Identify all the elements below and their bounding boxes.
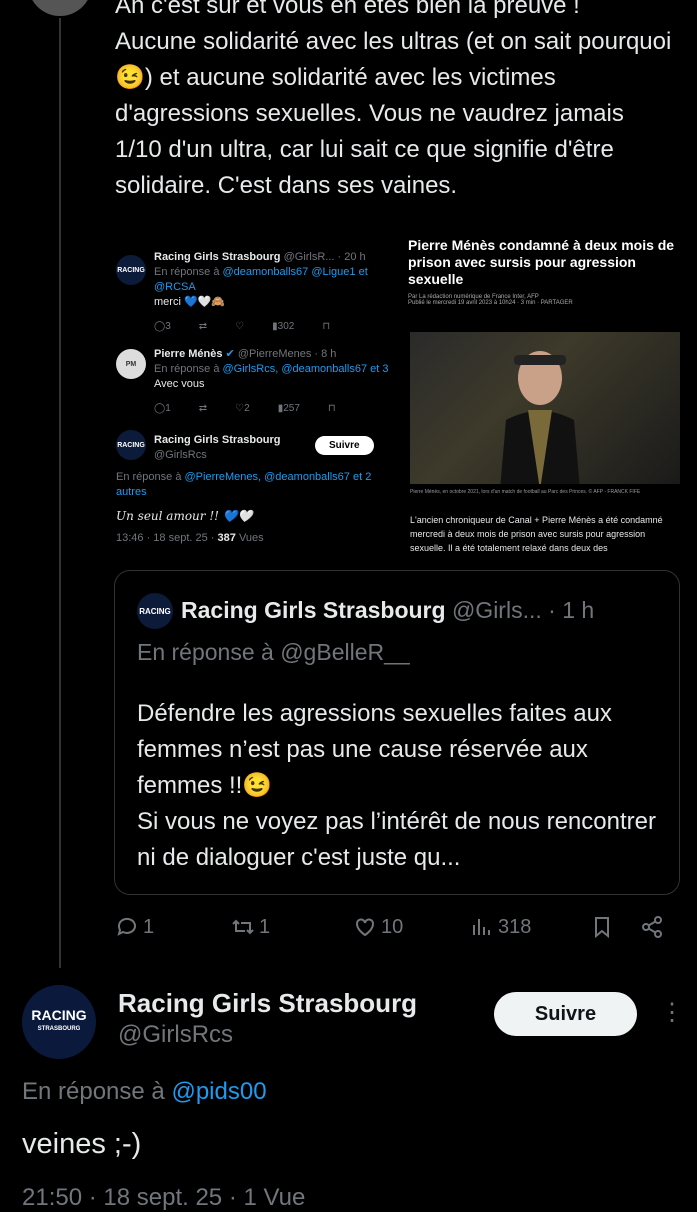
timestamp: · 1 h (548, 597, 595, 623)
mini-tweet-3: Racing Girls Strasbourg @GirlsRcs (154, 433, 281, 463)
mini-text: Un seul amour !! 💙🤍 (116, 509, 253, 523)
article-body: L'ancien chroniqueur de Canal + Pierre M… (410, 515, 663, 553)
mini-tweet-2: Pierre Ménès ✔ @PierreMenes · 8 h En rép… (154, 347, 394, 392)
heart-icon (356, 918, 374, 937)
mini-text: Avec vous (154, 378, 205, 390)
like-button[interactable]: 10 (353, 915, 403, 939)
repost-button[interactable]: 1 (231, 915, 270, 939)
heart-icon: ♡ (235, 321, 245, 332)
article-meta: Publié le mercredi 19 avril 2023 à 10h24… (408, 300, 573, 306)
mini-text: merci 💙🤍🙈 (154, 296, 226, 308)
article-photo (410, 332, 680, 484)
mini-handle: @GirlsR... · 20 h (283, 251, 366, 263)
mini-actions: ◯1 ⇄ ♡2 ▮257 ⊓ (154, 403, 336, 414)
mini-handle: @PierreMenes · 8 h (237, 348, 337, 360)
repost-icon: ⇄ (198, 321, 208, 332)
avatar[interactable] (28, 0, 92, 16)
views-icon (473, 919, 490, 935)
follow-button: Suivre (315, 436, 374, 455)
mini-handle: @GirlsRcs (154, 449, 207, 461)
avatar[interactable]: RACING STRASBOURG (22, 985, 96, 1059)
avatar: RACING (137, 593, 173, 629)
more-icon[interactable]: ⋮ (660, 998, 684, 1027)
repost-icon: ⇄ (198, 403, 208, 414)
bookmark-icon (595, 917, 609, 939)
mini-actions: ◯3 ⇄ ♡ ▮302 ⊓ (154, 321, 331, 332)
reply-context: En réponse à @pids00 (22, 1078, 267, 1105)
author-name[interactable]: Racing Girls Strasbourg (118, 988, 417, 1019)
bookmark-icon: ⊓ (327, 403, 336, 414)
bookmark-icon: ⊓ (322, 321, 331, 332)
mini-reply: En réponse à @PierreMenes, @deamonballs6… (116, 471, 372, 498)
reply-context: En réponse à @gBelleR__ (137, 639, 410, 665)
mini-name: Racing Girls Strasbourg (154, 251, 281, 263)
reply-icon (117, 917, 136, 936)
mini-name: Pierre Ménès (154, 348, 223, 360)
avatar: PM (116, 349, 146, 379)
mini-reply-prefix: En réponse à (154, 363, 220, 375)
heart-icon: ♡ (235, 403, 245, 414)
tweet-text: Ah c'est sur et vous en êtes bien la pre… (115, 0, 672, 199)
reply-handle-link[interactable]: @pids00 (171, 1078, 266, 1105)
mini-reply-prefix: En réponse à (154, 266, 220, 278)
share-icon (642, 916, 662, 938)
tweet-image[interactable]: RACING Racing Girls Strasbourg @GirlsR..… (108, 237, 684, 563)
article-title: Pierre Ménès condamné à deux mois de pri… (408, 237, 675, 287)
thread-line (59, 18, 61, 968)
avatar: RACING (116, 255, 146, 285)
follow-button[interactable]: Suivre (494, 992, 637, 1036)
tweet-text: veines ;-) (22, 1128, 142, 1160)
action-bar: 1 1 10 318 (115, 915, 675, 947)
bookmark-button[interactable] (590, 915, 614, 939)
reply-icon: ◯ (154, 321, 166, 332)
reply-button[interactable]: 1 (115, 915, 154, 939)
verified-icon: ✔ (225, 348, 235, 360)
reply-icon: ◯ (154, 403, 166, 414)
repost-icon (232, 919, 254, 935)
timestamp: 21:50 · 18 sept. 25 · 1 Vue (22, 1184, 306, 1211)
share-button[interactable] (640, 915, 664, 939)
quoted-text: Défendre les agressions sexuelles faites… (137, 700, 656, 871)
quoted-tweet[interactable]: RACING Racing Girls Strasbourg @Girls...… (114, 570, 680, 895)
news-article: Pierre Ménès condamné à deux mois de pri… (408, 237, 684, 563)
quoted-author: Racing Girls Strasbourg @Girls... · 1 h (181, 597, 594, 624)
author-handle: @Girls... (451, 597, 542, 623)
mini-name: Racing Girls Strasbourg (154, 434, 281, 446)
article-caption: Pierre Ménès, en octobre 2021, lors d'un… (410, 489, 641, 495)
author-handle[interactable]: @GirlsRcs (118, 1021, 233, 1049)
author-name: Racing Girls Strasbourg (181, 597, 446, 623)
mini-tweet-1: Racing Girls Strasbourg @GirlsR... · 20 … (154, 250, 394, 310)
person-photo (500, 351, 580, 484)
mini-time: 13:46 · 18 sept. 25 · 387 Vues (116, 532, 264, 544)
avatar: RACING (116, 430, 146, 460)
mini-reply-handles: @GirlsRcs, @deamonballs67 et 3 (222, 363, 389, 375)
views-button[interactable]: 318 (470, 915, 531, 939)
